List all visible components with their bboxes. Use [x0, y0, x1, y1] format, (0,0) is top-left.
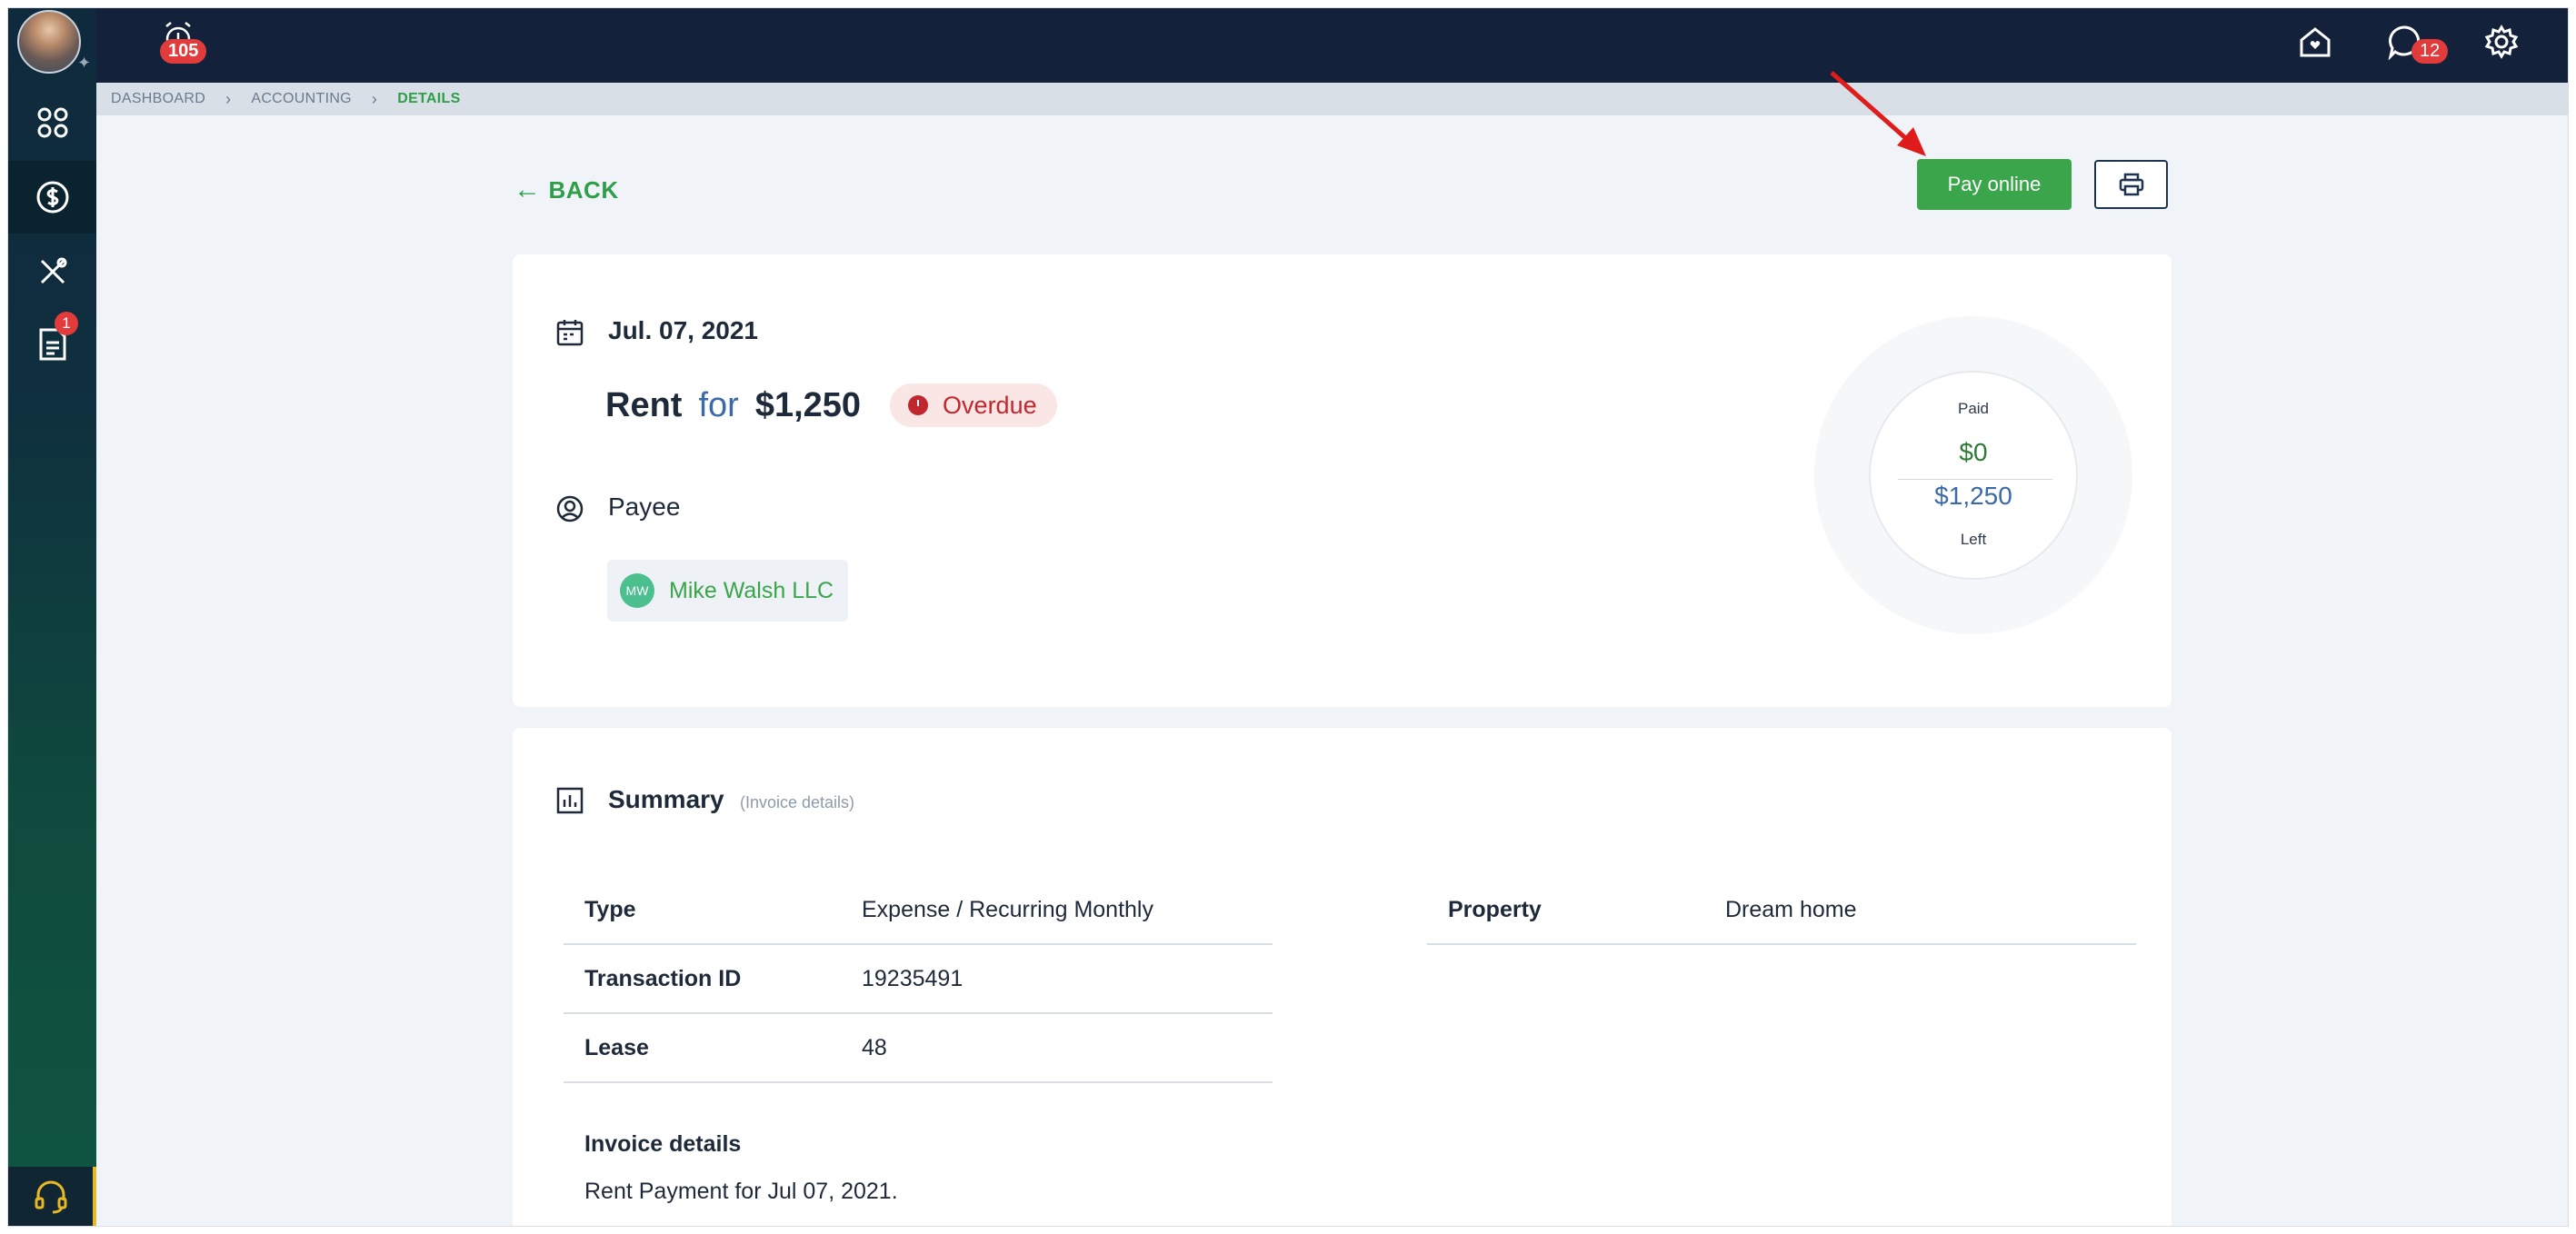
row-key: Type: [584, 896, 636, 922]
invoice-overview-card: Jul. 07, 2021 Rent for $1,250 Overdue Pa…: [513, 254, 2172, 707]
pin-icon: ✦: [77, 54, 92, 72]
left-value: $1,250: [1934, 482, 2012, 510]
app-window: ✦ 1 105 12 DASHBOARD › ACCOUNTING › DETA…: [8, 8, 2568, 1226]
row-key: Property: [1448, 896, 1542, 922]
paid-label: Paid: [1957, 400, 1990, 417]
user-circle-icon: [554, 493, 586, 525]
breadcrumb-dashboard[interactable]: DASHBOARD: [111, 91, 205, 107]
payee-avatar: MW: [620, 573, 654, 608]
payee-label: Payee: [608, 493, 681, 521]
payee-name: Mike Walsh LLC: [669, 577, 834, 603]
arrow-left-icon: ←: [514, 174, 542, 204]
summary-card: Summary (Invoice details) Type Expense /…: [513, 728, 2172, 1226]
top-bar: 105 12: [96, 8, 2568, 83]
annotation-arrow-icon: [1830, 71, 1926, 156]
support-button[interactable]: [8, 1167, 96, 1226]
print-button[interactable]: [2094, 160, 2168, 209]
clock-icon: [908, 395, 929, 415]
row-value: 19235491: [862, 965, 964, 991]
summary-title: Summary: [608, 785, 724, 813]
back-link[interactable]: ← BACK: [514, 174, 619, 205]
breadcrumb: DASHBOARD › ACCOUNTING › DETAILS: [96, 83, 2568, 115]
settings-button[interactable]: [2481, 21, 2522, 63]
table-row: Lease 48: [564, 1014, 1273, 1083]
user-avatar[interactable]: [17, 10, 81, 74]
breadcrumb-accounting[interactable]: ACCOUNTING: [251, 91, 352, 107]
invoice-date: Jul. 07, 2021: [608, 316, 759, 344]
row-value: Dream home: [1725, 896, 1857, 922]
status-label: Overdue: [943, 391, 1037, 419]
dashboard-grid-icon: [37, 107, 67, 138]
divider: [1898, 479, 2052, 480]
payment-progress-ring: Paid $0 $1,250 Left: [1814, 316, 2132, 634]
invoice-for-word: for: [698, 385, 739, 424]
accounting-dollar-icon: [36, 181, 68, 214]
summary-subtitle: (Invoice details): [740, 793, 855, 811]
gear-icon: [2484, 25, 2519, 59]
status-badge: Overdue: [890, 383, 1057, 427]
table-row: Property Dream home: [1427, 876, 2136, 945]
row-value: Expense / Recurring Monthly: [862, 896, 1153, 922]
chevron-right-icon: ›: [371, 89, 378, 108]
tools-icon: [40, 257, 66, 284]
chevron-right-icon: ›: [225, 89, 232, 108]
back-label: BACK: [548, 175, 619, 204]
sidebar-item-dashboard[interactable]: [8, 86, 96, 159]
row-key: Transaction ID: [584, 965, 742, 991]
alarm-count-badge: 105: [160, 39, 207, 64]
home-heart-icon: [2300, 27, 2331, 57]
sidebar-item-documents[interactable]: 1: [8, 308, 96, 381]
bar-chart-icon: [554, 784, 586, 817]
invoice-amount: $1,250: [754, 385, 862, 424]
summary-table-left: Type Expense / Recurring Monthly Transac…: [564, 876, 1273, 1083]
home-button[interactable]: [2294, 21, 2336, 63]
summary-table-right: Property Dream home: [1427, 876, 2136, 945]
sidebar-item-accounting[interactable]: [8, 161, 96, 234]
sidebar: ✦ 1: [8, 8, 96, 1226]
table-row: Type Expense / Recurring Monthly: [564, 876, 1273, 945]
invoice-category: Rent: [605, 385, 683, 424]
invoice-title: Rent for $1,250 Overdue: [605, 383, 1057, 427]
row-key: Lease: [584, 1034, 649, 1060]
printer-icon: [2119, 173, 2143, 196]
invoice-details-label: Invoice details: [584, 1131, 742, 1157]
row-value: 48: [862, 1034, 887, 1060]
calendar-icon: [554, 316, 586, 349]
payee-chip[interactable]: MW Mike Walsh LLC: [607, 560, 849, 622]
payment-progress-center: Paid $0 $1,250 Left: [1869, 371, 2078, 580]
headset-icon: [35, 1180, 66, 1213]
bottom-fade: [513, 1200, 2172, 1226]
messages-count-badge: 12: [2411, 39, 2449, 64]
table-row: Transaction ID 19235491: [564, 945, 1273, 1014]
sidebar-item-maintenance[interactable]: [8, 235, 96, 308]
paid-value: $0: [1959, 438, 1988, 466]
left-label: Left: [1960, 531, 1987, 548]
documents-badge: 1: [55, 312, 78, 335]
pay-online-button[interactable]: Pay online: [1917, 159, 2072, 210]
breadcrumb-details: DETAILS: [397, 91, 461, 106]
